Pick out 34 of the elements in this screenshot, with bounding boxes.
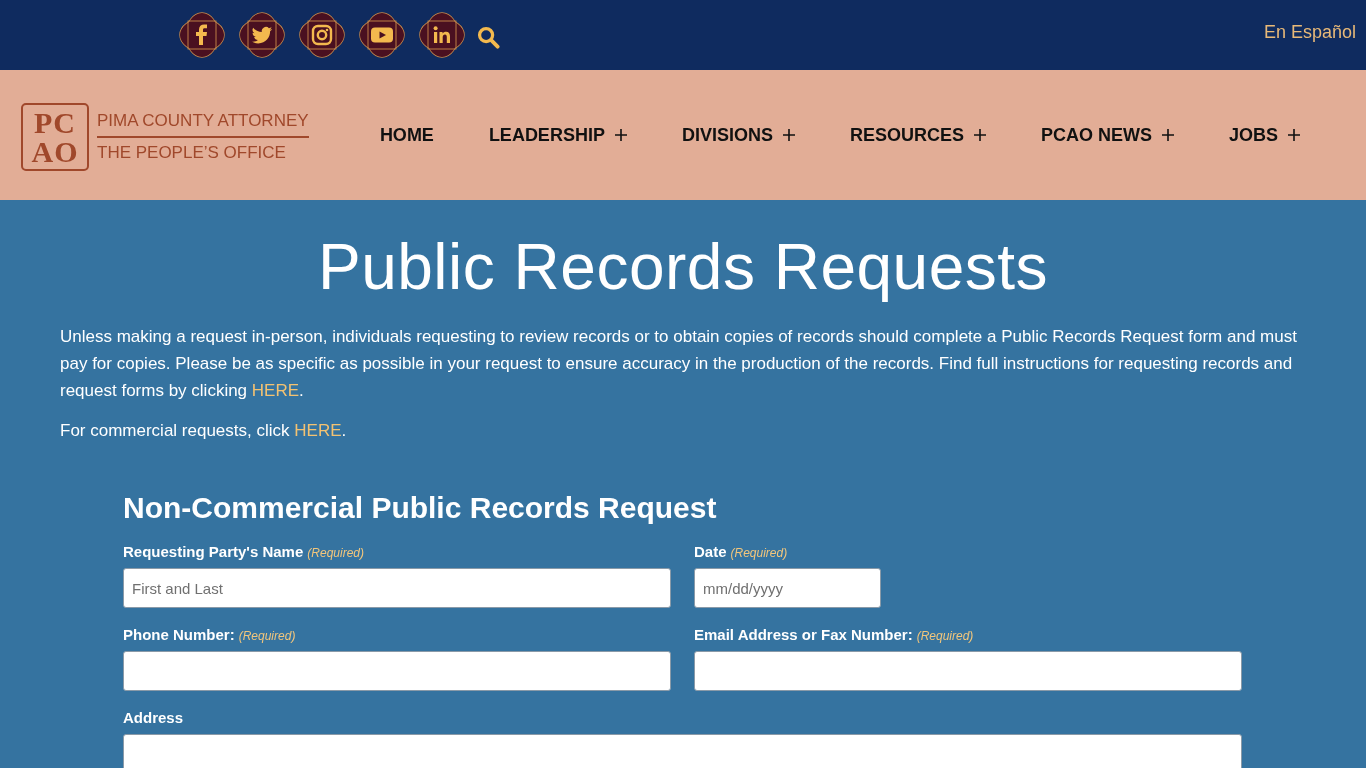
intro-paragraph: Unless making a request in-person, individuals requesting to review records or to obtain copies of records should complete a Public Records Request form and must pay for copies. Please be as specific as possible in your request to ensure accuracy in the production of the records. Find full instructions for requesting records and request forms by clicking HERE. (60, 326, 1298, 402)
twitter-icon[interactable] (239, 12, 285, 58)
intro-paragraph: For commercial requests, click HERE. (60, 420, 348, 442)
page-title: Public Records Requests (316, 230, 1050, 305)
form-title: Non-Commercial Public Records Request (123, 490, 718, 526)
input-field[interactable] (123, 651, 671, 691)
required-note: (Required) (916, 629, 974, 643)
nav-link[interactable]: JOBS (1228, 124, 1300, 146)
date-field[interactable]: mm/dd/yyyy (694, 568, 881, 608)
nav-link[interactable]: HOME (379, 124, 434, 146)
logo-subtitle: THE PEOPLE’S OFFICE (97, 141, 287, 163)
field-label: Requesting Party's Name (123, 542, 304, 562)
field-label: Date (694, 542, 727, 562)
language-link[interactable]: En Español (1263, 21, 1356, 43)
required-note: (Required) (238, 629, 296, 643)
nav-link[interactable]: PCAO NEWS (1040, 124, 1174, 146)
logo-title: PIMA COUNTY ATTORNEY (97, 110, 309, 138)
required-note: (Required) (730, 546, 788, 560)
field-label: Email Address or Fax Number: (694, 625, 913, 645)
nav-link[interactable]: LEADERSHIP (488, 124, 627, 146)
input-field[interactable]: First and Last (123, 568, 671, 608)
required-note: (Required) (307, 546, 364, 560)
instagram-icon[interactable] (299, 12, 345, 58)
facebook-icon[interactable] (179, 12, 225, 58)
input-field[interactable] (123, 734, 1242, 768)
linkedin-icon[interactable] (419, 12, 465, 58)
nav-link[interactable]: RESOURCES (849, 124, 986, 146)
field-label: Phone Number: (123, 625, 235, 645)
field-label: Address (123, 708, 184, 728)
input-field[interactable] (694, 651, 1242, 691)
nav-link[interactable]: DIVISIONS (681, 124, 795, 146)
logo-initials: PC AO (21, 102, 89, 171)
search-icon[interactable] (477, 25, 500, 49)
youtube-icon[interactable] (359, 12, 405, 58)
